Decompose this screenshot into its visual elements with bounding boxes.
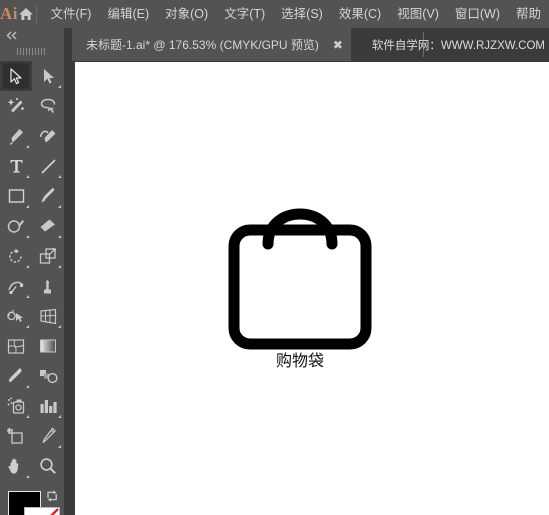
double-chevron-left-icon[interactable] [0,28,64,43]
menu-item-list: 文件(F) 编辑(E) 对象(O) 文字(T) 选择(S) 效果(C) 视图(V… [42,0,549,28]
menu-bar: Ai 文件(F) 编辑(E) 对象(O) 文字(T) 选择(S) 效果(C) 视… [0,0,549,28]
canvas-area[interactable]: 购物袋 [64,61,549,515]
type-tool[interactable] [0,151,32,181]
perspective-grid-tool[interactable] [32,301,64,331]
panel-drag-handle[interactable] [0,43,64,59]
eyedropper-tool[interactable] [0,361,32,391]
artboard-tool[interactable] [0,421,32,451]
illustrator-window: Ai 文件(F) 编辑(E) 对象(O) 文字(T) 选择(S) 效果(C) 视… [0,0,549,515]
curvature-tool[interactable] [32,121,64,151]
menu-item-effect[interactable]: 效果(C) [331,0,389,28]
direct-selection-tool[interactable] [32,61,64,91]
paintbrush-tool[interactable] [32,181,64,211]
menu-item-select[interactable]: 选择(S) [273,0,331,28]
menu-item-view[interactable]: 视图(V) [389,0,447,28]
shaper-tool[interactable] [0,211,32,241]
watermark-text: 软件自学网：WWW.RJZXW.COM [371,39,545,52]
menu-item-edit[interactable]: 编辑(E) [99,0,157,28]
scale-tool[interactable] [32,241,64,271]
none-slash-icon [50,508,59,515]
fill-stroke-control [0,487,64,515]
rotate-tool[interactable] [0,241,32,271]
gradient-tool[interactable] [32,331,64,361]
eraser-tool[interactable] [32,211,64,241]
symbol-sprayer-tool[interactable] [0,391,32,421]
close-icon[interactable]: ✖ [331,38,345,52]
menu-item-file[interactable]: 文件(F) [42,0,99,28]
tools-panel [0,28,64,515]
mesh-tool[interactable] [0,331,32,361]
menu-item-type[interactable]: 文字(T) [216,0,273,28]
pen-tool[interactable] [0,121,32,151]
slice-tool[interactable] [32,421,64,451]
line-segment-tool[interactable] [32,151,64,181]
menu-item-object[interactable]: 对象(O) [157,0,216,28]
width-tool[interactable] [0,271,32,301]
shape-builder-tool[interactable] [0,301,32,331]
hand-tool[interactable] [0,451,32,481]
document-tab[interactable]: 未标题-1.ai* @ 176.53% (CMYK/GPU 预览) ✖ [72,28,351,61]
blend-tool[interactable] [32,361,64,391]
ai-logo: Ai [0,4,18,23]
home-icon[interactable] [18,0,34,28]
swap-fill-stroke-icon[interactable] [45,489,59,503]
menu-item-window[interactable]: 窗口(W) [447,0,508,28]
lasso-tool[interactable] [32,91,64,121]
magic-wand-tool[interactable] [0,91,32,121]
rectangle-tool[interactable] [0,181,32,211]
artboard[interactable]: 购物袋 [75,62,549,515]
selection-tool[interactable] [0,61,32,91]
zoom-tool[interactable] [32,451,64,481]
artwork-caption: 购物袋 [275,351,324,370]
free-transform-tool[interactable] [32,271,64,301]
document-tab-bar: 未标题-1.ai* @ 176.53% (CMYK/GPU 预览) ✖ 软件自学… [64,28,549,61]
column-graph-tool[interactable] [32,391,64,421]
menu-item-help[interactable]: 帮助 [508,0,549,28]
tool-grid [0,61,64,481]
shopping-bag-illustration[interactable] [220,182,380,357]
stroke-swatch[interactable] [24,507,60,515]
document-tab-title: 未标题-1.ai* @ 176.53% (CMYK/GPU 预览) [86,38,319,52]
